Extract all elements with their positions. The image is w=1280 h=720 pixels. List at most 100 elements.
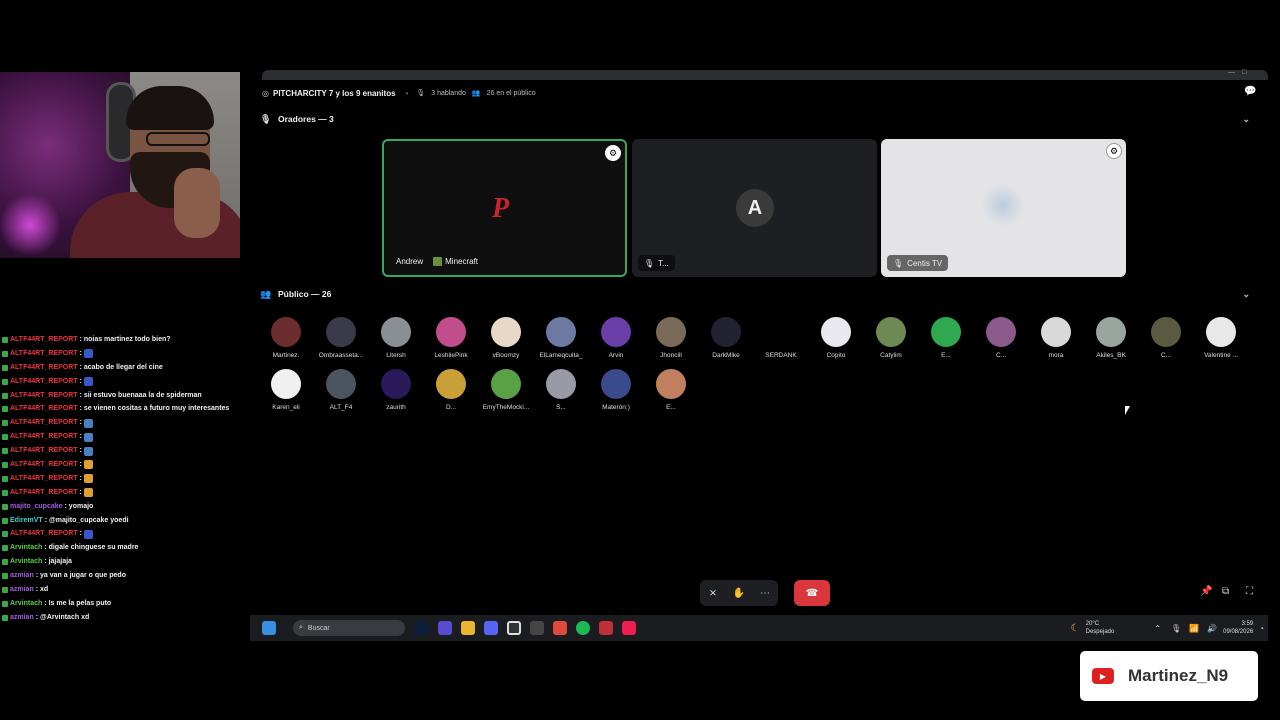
audience-member[interactable]: Litersh	[368, 317, 424, 359]
chat-text: :	[79, 461, 82, 469]
audience-member[interactable]: LeshliePink	[423, 317, 479, 359]
audience-member[interactable]: C...	[973, 317, 1029, 359]
system-tray: ☾ 20°C Despejado ⌃ 🎙 📶 🔊 3:59 09/08/2026…	[1071, 620, 1268, 636]
audience-member[interactable]: C...	[1138, 317, 1194, 359]
audience-member[interactable]: S...	[533, 369, 589, 411]
chat-username[interactable]: Arvintach	[10, 541, 42, 555]
audience-member[interactable]: Ombraasseta...	[313, 317, 369, 359]
popout-icon[interactable]: ⧉	[1222, 586, 1229, 597]
windows-start-icon[interactable]	[262, 621, 276, 635]
moon-icon: ☾	[1070, 622, 1080, 634]
chat-username[interactable]: azmian	[10, 569, 34, 583]
gear-icon[interactable]: ⚙	[605, 145, 621, 161]
chat-username[interactable]: ALTF44RT_REPORT	[10, 458, 78, 472]
speaker-tile[interactable]: A 🎙 T...	[632, 139, 877, 277]
chat-bubble-icon[interactable]: 💬	[1244, 86, 1256, 97]
leave-call-button[interactable]: ☎	[794, 580, 830, 606]
wifi-icon[interactable]: 📶	[1189, 624, 1199, 633]
speaker-name: Centis TV	[907, 258, 943, 268]
audience-member[interactable]: ElLameqcuita_	[533, 317, 589, 359]
audience-member[interactable]: E...	[643, 369, 699, 411]
app-icon[interactable]	[530, 621, 544, 635]
chat-username[interactable]: ALTF44RT_REPORT	[10, 375, 78, 389]
chat-username[interactable]: ALTF44RT_REPORT	[10, 347, 78, 361]
chat-username[interactable]: azmian	[10, 611, 34, 625]
audience-member[interactable]: zaurith	[368, 369, 424, 411]
chat-username[interactable]: ALTF44RT_REPORT	[10, 527, 78, 541]
speaker-tile[interactable]: P ⚙ Andrew Minecraft	[382, 139, 627, 277]
chevron-up-icon[interactable]: ⌃	[1154, 624, 1161, 633]
audience-section-header[interactable]: 👥 Público — 26 ⌄	[260, 287, 1250, 301]
chat-username[interactable]: azmian	[10, 583, 34, 597]
taskbar-search[interactable]: ⌕ Buscar	[293, 620, 405, 636]
obs-icon[interactable]	[507, 621, 521, 635]
audience-member[interactable]: Martinez.	[258, 317, 314, 359]
gear-icon[interactable]: ⚙	[1106, 143, 1122, 159]
chat-username[interactable]: ALTF44RT_REPORT	[10, 430, 78, 444]
minimize-icon[interactable]: —	[1228, 69, 1235, 76]
weather-temp: 20°C	[1085, 621, 1100, 627]
discord-icon[interactable]	[484, 621, 498, 635]
chat-username[interactable]: majito_cupcake	[10, 500, 63, 514]
chevron-down-icon[interactable]: ⌄	[1242, 114, 1250, 125]
more-options-icon[interactable]: ⋯	[752, 580, 778, 606]
audience-member[interactable]: Copito	[808, 317, 864, 359]
audience-member[interactable]: E...	[918, 317, 974, 359]
chat-badge-icon	[2, 434, 8, 441]
audience-member[interactable]: Akiles_BK	[1083, 317, 1139, 359]
fullscreen-icon[interactable]: ⛶	[1246, 586, 1253, 597]
audience-member[interactable]: Materón:)	[588, 369, 644, 411]
avatar	[1041, 317, 1071, 347]
audience-member[interactable]: DarkMike	[698, 317, 754, 359]
audience-member[interactable]: D...	[423, 369, 479, 411]
chat-username[interactable]: ALTF44RT_REPORT	[10, 472, 78, 486]
avatar	[711, 317, 741, 347]
clock[interactable]: 3:59 09/08/2026	[1223, 620, 1253, 636]
volume-icon[interactable]: 🔊	[1207, 624, 1217, 633]
chat-username[interactable]: ALTF44RT_REPORT	[10, 361, 78, 375]
speakers-section-header[interactable]: 🎙 Oradores — 3 ⌄	[260, 112, 1250, 126]
mic-icon[interactable]: 🎙	[1171, 624, 1181, 633]
chat-message: ALTF44RT_REPORT:	[0, 416, 250, 430]
audience-member[interactable]: Catylim	[863, 317, 919, 359]
audience-member[interactable]: mora	[1028, 317, 1084, 359]
audience-name: Materón:)	[602, 404, 630, 411]
chat-username[interactable]: Arvintach	[10, 555, 42, 569]
audience-member[interactable]: Jhoncill	[643, 317, 699, 359]
audience-member[interactable]: EmyTheMocki...	[478, 369, 534, 411]
photoshop-icon[interactable]	[415, 621, 429, 635]
pin-icon[interactable]: 📌	[1200, 586, 1212, 597]
notification-icon[interactable]: ◔	[1259, 624, 1264, 633]
audience-member[interactable]: Valentine ...	[1193, 317, 1249, 359]
chat-username[interactable]: ALTF44RT_REPORT	[10, 444, 78, 458]
chat-username[interactable]: ALTF44RT_REPORT	[10, 416, 78, 430]
calendar-icon[interactable]	[599, 621, 613, 635]
call-controls: ⨯ ✋ ⋯ ☎	[700, 580, 830, 606]
streamer-name: Martinez_N9	[1128, 666, 1229, 685]
maximize-icon[interactable]: □	[1242, 69, 1246, 76]
vegas-icon[interactable]	[438, 621, 452, 635]
minecraft-icon	[433, 256, 443, 266]
audience-member[interactable]: SERDANK	[753, 317, 809, 359]
tiktok-icon[interactable]	[622, 621, 636, 635]
audience-member[interactable]: ALT_F4	[313, 369, 369, 411]
chat-username[interactable]: ALTF44RT_REPORT	[10, 486, 78, 500]
spotify-icon[interactable]	[576, 621, 590, 635]
mic-off-icon[interactable]: ⨯	[700, 580, 726, 606]
speaker-tile[interactable]: ⚙ 🎙 Centis TV	[881, 139, 1126, 277]
chat-username[interactable]: Arvintach	[10, 597, 42, 611]
raise-hand-icon[interactable]: ✋	[726, 580, 752, 606]
chat-username[interactable]: ALTF44RT_REPORT	[10, 333, 78, 347]
chrome-icon[interactable]	[553, 621, 567, 635]
chevron-down-icon[interactable]: ⌄	[1242, 289, 1250, 300]
stage-icon: ◎	[262, 88, 269, 98]
audience-member[interactable]: Karen_eli	[258, 369, 314, 411]
chat-username[interactable]: ALTF44RT_REPORT	[10, 402, 78, 416]
folder-icon[interactable]	[461, 621, 475, 635]
chat-username[interactable]: EdiremVT	[10, 514, 43, 528]
audience-member[interactable]: vBoomzy	[478, 317, 534, 359]
weather-widget[interactable]: 20°C Despejado	[1086, 620, 1115, 636]
chat-message: azmian: @Arvintach xd	[0, 611, 250, 625]
audience-member[interactable]: Arvin	[588, 317, 644, 359]
chat-username[interactable]: ALTF44RT_REPORT	[10, 389, 78, 403]
